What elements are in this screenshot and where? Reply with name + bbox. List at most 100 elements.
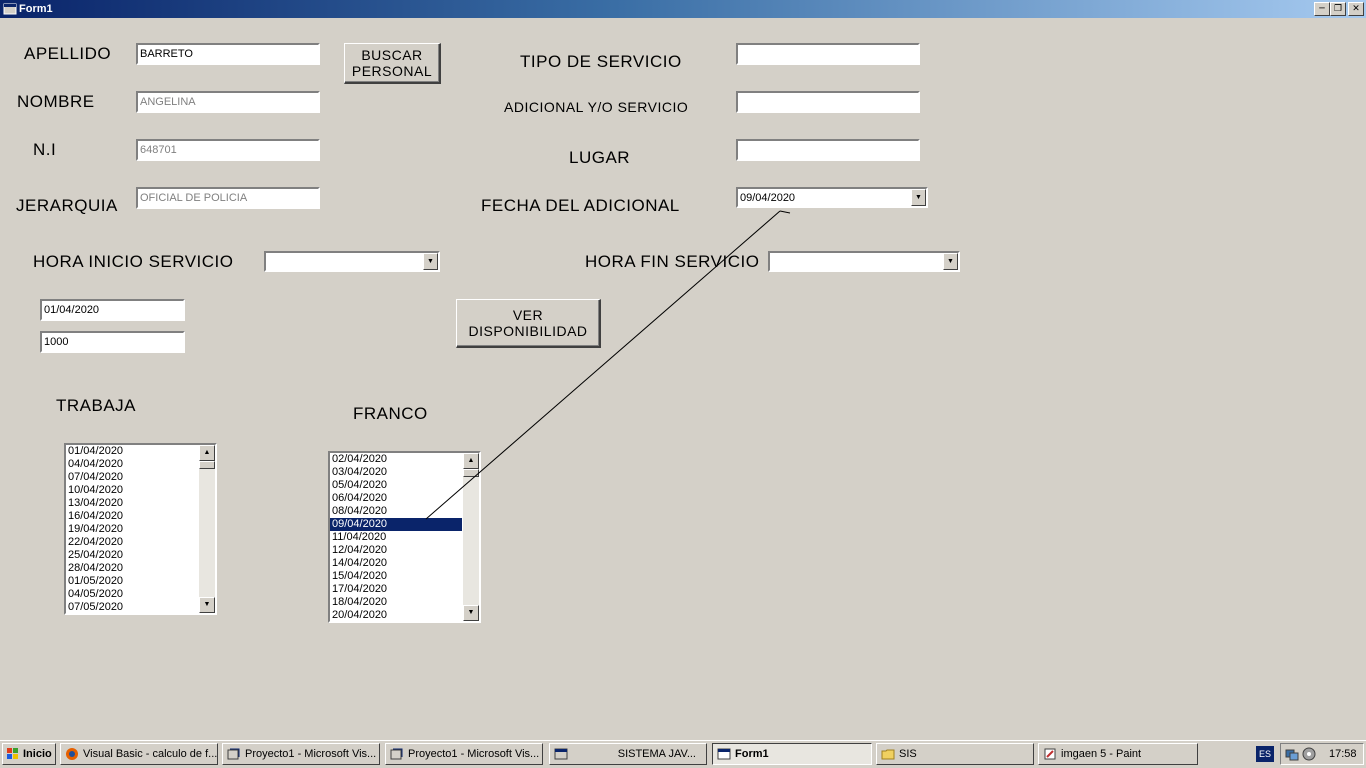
list-item[interactable]: 17/04/2020 (330, 583, 462, 596)
paint-icon (1043, 747, 1057, 761)
list-item[interactable]: 14/04/2020 (330, 557, 462, 570)
taskbar-item-label: SISTEMA JAV... (617, 748, 696, 760)
taskbar-item-paint[interactable]: imgaen 5 - Paint (1038, 743, 1198, 765)
language-indicator[interactable]: ES (1256, 746, 1274, 762)
taskbar-item-sistema[interactable]: SISTEMA JAV... (549, 743, 707, 765)
list-item[interactable]: 04/04/2020 (66, 458, 198, 471)
title-bar[interactable]: Form1 ─ ❐ ✕ (0, 0, 1366, 18)
trabaja-scrollbar[interactable]: ▲ ▼ (199, 445, 215, 613)
list-item[interactable]: 18/04/2020 (330, 596, 462, 609)
trabaja-listbox[interactable]: 01/04/2020 04/04/2020 07/04/2020 10/04/2020… (64, 443, 217, 615)
taskbar: Inicio Visual Basic - calculo de f... Pr… (0, 740, 1366, 768)
list-item[interactable]: 07/04/2020 (66, 471, 198, 484)
hora-fin-combo[interactable]: ▼ (768, 251, 960, 272)
fecha-adicional-value: 09/04/2020 (740, 192, 796, 204)
taskbar-item-form1[interactable]: Form1 (712, 743, 872, 765)
apellido-label: APELLIDO (24, 44, 112, 63)
chevron-down-icon[interactable]: ▼ (943, 253, 958, 270)
nombre-field[interactable]: ANGELINA (136, 91, 320, 113)
taskbar-item-label: Form1 (735, 748, 769, 760)
volume-icon[interactable] (1302, 747, 1316, 764)
scroll-thumb[interactable] (463, 469, 479, 477)
franco-items: 02/04/2020 03/04/2020 05/04/2020 06/04/2020… (330, 453, 462, 621)
list-item[interactable]: 04/05/2020 (66, 588, 198, 601)
nombre-label: NOMBRE (17, 92, 95, 111)
chevron-down-icon[interactable]: ▼ (423, 253, 438, 270)
fecha-inicio-field[interactable]: 01/04/2020 (40, 299, 185, 321)
taskbar-item-sis[interactable]: SIS (876, 743, 1034, 765)
form-icon (717, 747, 731, 761)
close-button[interactable]: ✕ (1348, 2, 1364, 16)
list-item[interactable]: 13/04/2020 (66, 497, 198, 510)
start-label: Inicio (23, 748, 52, 760)
list-item[interactable]: 25/04/2020 (66, 549, 198, 562)
network-icon[interactable] (1285, 747, 1299, 764)
list-item[interactable]: 07/05/2020 (66, 601, 198, 613)
numero-field[interactable]: 1000 (40, 331, 185, 353)
lugar-label: LUGAR (569, 148, 631, 167)
windows-logo-icon (6, 747, 20, 761)
ni-label: N.I (33, 140, 57, 159)
lugar-field[interactable] (736, 139, 920, 161)
vb-icon (390, 747, 404, 761)
window-title: Form1 (19, 3, 53, 15)
list-item[interactable]: 15/04/2020 (330, 570, 462, 583)
ver-disponibilidad-button[interactable]: VER DISPONIBILIDAD (456, 299, 601, 348)
list-item[interactable]: 02/04/2020 (330, 453, 462, 466)
tipo-servicio-label: TIPO DE SERVICIO (520, 52, 682, 71)
hora-inicio-label: HORA INICIO SERVICIO (33, 252, 234, 271)
form-icon (3, 2, 17, 16)
franco-listbox[interactable]: 02/04/2020 03/04/2020 05/04/2020 06/04/2020… (328, 451, 481, 623)
jerarquia-field[interactable]: OFICIAL DE POLICIA (136, 187, 320, 209)
list-item[interactable]: 01/05/2020 (66, 575, 198, 588)
start-button[interactable]: Inicio (2, 743, 56, 765)
list-item[interactable]: 06/04/2020 (330, 492, 462, 505)
list-item[interactable]: 08/04/2020 (330, 505, 462, 518)
taskbar-item-proyecto1-b[interactable]: Proyecto1 - Microsoft Vis... (385, 743, 543, 765)
list-item[interactable]: 05/04/2020 (330, 479, 462, 492)
tipo-servicio-field[interactable] (736, 43, 920, 65)
trabaja-label: TRABAJA (56, 396, 137, 415)
buscar-personal-button[interactable]: BUSCAR PERSONAL (344, 43, 441, 84)
taskbar-item-label: Proyecto1 - Microsoft Vis... (245, 748, 377, 760)
adicional-label: ADICIONAL Y/O SERVICIO (504, 99, 689, 115)
minimize-button[interactable]: ─ (1314, 2, 1330, 16)
taskbar-item-label: SIS (899, 748, 917, 760)
taskbar-item-label: Visual Basic - calculo de f... (83, 748, 218, 760)
hora-inicio-combo[interactable]: ▼ (264, 251, 440, 272)
franco-scrollbar[interactable]: ▲ ▼ (463, 453, 479, 621)
list-item[interactable]: 16/04/2020 (66, 510, 198, 523)
list-item[interactable]: 22/04/2020 (66, 536, 198, 549)
clock[interactable]: 17:58 (1329, 747, 1357, 761)
list-item[interactable]: 01/04/2020 (66, 445, 198, 458)
list-item[interactable]: 09/04/2020 (330, 518, 462, 531)
taskbar-item-proyecto1-a[interactable]: Proyecto1 - Microsoft Vis... (222, 743, 380, 765)
chevron-down-icon[interactable]: ▼ (911, 189, 926, 206)
list-item[interactable]: 03/04/2020 (330, 466, 462, 479)
taskbar-item-visual-basic[interactable]: Visual Basic - calculo de f... (60, 743, 218, 765)
ni-field[interactable]: 648701 (136, 139, 320, 161)
system-tray: 17:58 (1280, 743, 1364, 765)
scroll-up-icon[interactable]: ▲ (463, 453, 479, 469)
scroll-down-icon[interactable]: ▼ (463, 605, 479, 621)
scroll-down-icon[interactable]: ▼ (199, 597, 215, 613)
list-item[interactable]: 20/04/2020 (330, 609, 462, 621)
list-item[interactable]: 28/04/2020 (66, 562, 198, 575)
trabaja-items: 01/04/2020 04/04/2020 07/04/2020 10/04/2020… (66, 445, 198, 613)
app-icon (554, 747, 568, 761)
list-item[interactable]: 11/04/2020 (330, 531, 462, 544)
franco-label: FRANCO (353, 404, 428, 423)
taskbar-item-label: Proyecto1 - Microsoft Vis... (408, 748, 540, 760)
apellido-field[interactable]: BARRETO (136, 43, 320, 65)
scroll-up-icon[interactable]: ▲ (199, 445, 215, 461)
list-item[interactable]: 19/04/2020 (66, 523, 198, 536)
adicional-field[interactable] (736, 91, 920, 113)
annotation-line (425, 210, 791, 520)
list-item[interactable]: 10/04/2020 (66, 484, 198, 497)
restore-button[interactable]: ❐ (1330, 2, 1346, 16)
jerarquia-label: JERARQUIA (16, 196, 118, 215)
list-item[interactable]: 12/04/2020 (330, 544, 462, 557)
fecha-adicional-label: FECHA DEL ADICIONAL (481, 196, 680, 215)
scroll-thumb[interactable] (199, 461, 215, 469)
fecha-adicional-combo[interactable]: 09/04/2020 ▼ (736, 187, 928, 208)
